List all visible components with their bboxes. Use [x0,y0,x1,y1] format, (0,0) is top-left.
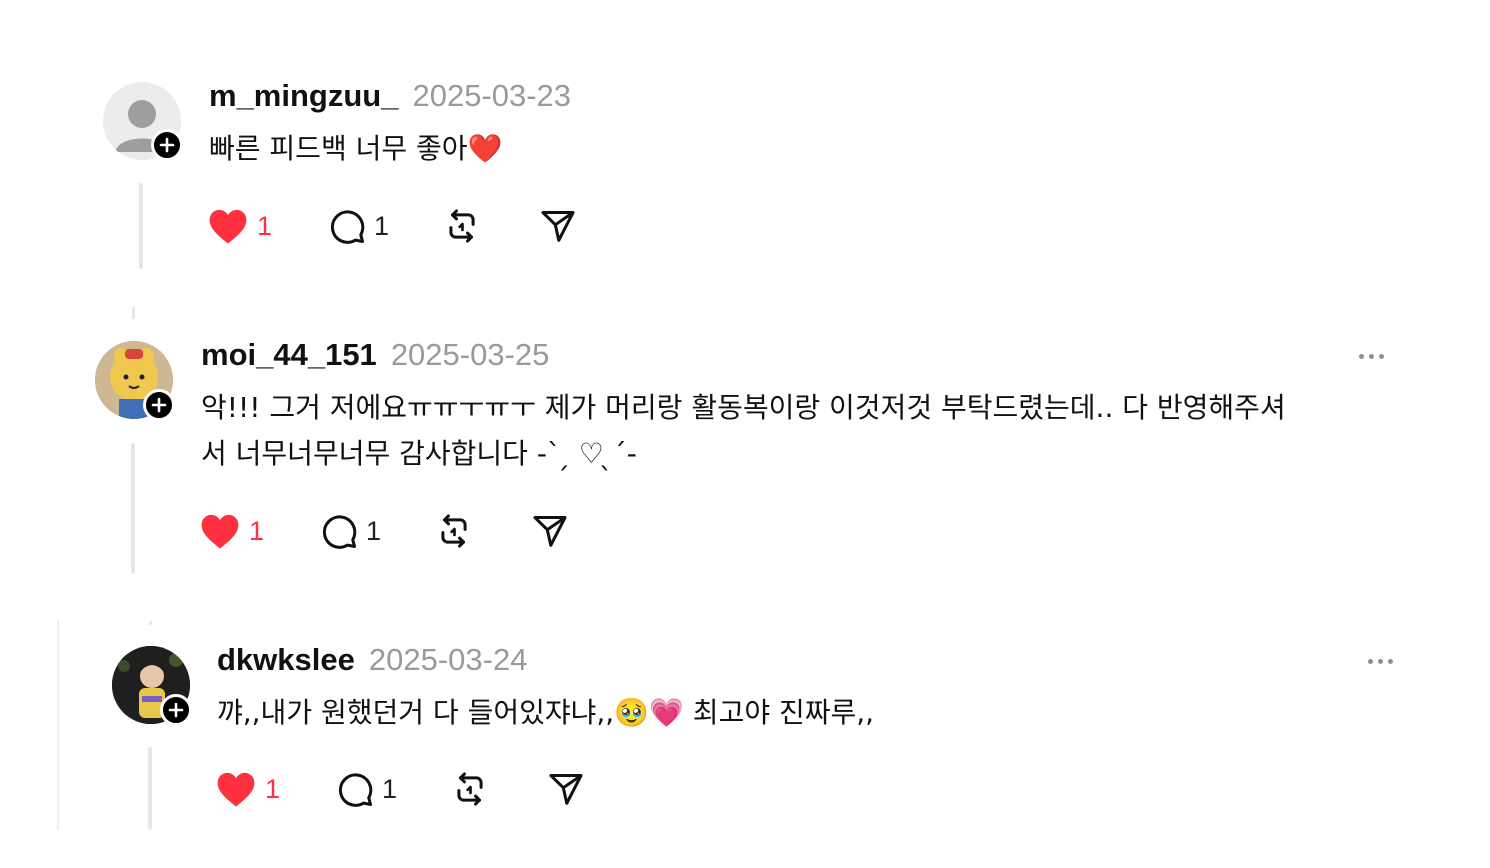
thread-line [148,747,152,830]
thread-line [131,443,135,574]
comment-icon [330,210,365,244]
comment-text: 꺄,,내가 원했던거 다 들어있쟈냐,,🥹💗 최고야 진짜루,, [217,690,874,736]
send-icon [533,516,567,547]
comment-header: m_mingzuu_ 2025-03-23 [209,78,571,114]
like-count: 1 [257,210,273,241]
username[interactable]: moi_44_151 [201,337,377,373]
send-icon [541,211,575,242]
comment-icon [338,773,373,807]
thread-left-border [57,620,59,830]
reply-count: 1 [382,773,398,804]
comment-date: 2025-03-25 [390,337,550,372]
more-button[interactable] [1368,659,1393,664]
plus-icon [168,702,184,718]
comment-text: 악!!! 그거 저에요ㅠㅠㅜㅠㅜ 제가 머리랑 활동복이랑 이것저것 부탁드렸는… [201,385,1286,477]
repost-icon [449,209,475,243]
heart-filled-icon [209,209,247,244]
share-button[interactable] [547,770,585,808]
share-button[interactable] [531,512,569,550]
follow-button[interactable] [160,694,192,726]
thread-line [149,621,152,625]
heart-filled-icon [201,514,239,549]
comment-text: 빠른 피드백 너무 좋아❤️ [209,126,502,172]
repost-icon [457,772,483,806]
comment-date: 2025-03-23 [412,78,572,113]
plus-icon [151,397,167,413]
share-button[interactable] [539,207,577,245]
heart-filled-icon [217,772,255,807]
more-button[interactable] [1359,354,1384,359]
action-bar: 1 1 [207,204,577,248]
like-button[interactable]: 1 [215,769,280,809]
action-bar: 1 1 [215,767,585,811]
action-bar: 1 1 [199,509,569,553]
like-button[interactable]: 1 [199,511,264,551]
comment-text-line: 빠른 피드백 너무 좋아❤️ [209,132,503,165]
like-count: 1 [265,773,281,804]
reply-button[interactable]: 1 [336,770,397,808]
reply-button[interactable]: 1 [320,512,381,550]
like-count: 1 [249,515,265,546]
thread-line [139,183,143,269]
comment-icon [322,515,357,549]
reply-count: 1 [366,515,382,546]
more-horizontal-icon [1368,659,1373,664]
comment-text-line: 서 너무너무너무 감사합니다 -` ̗ ♡ ̖´- [201,437,637,470]
follow-button[interactable] [151,129,183,161]
reply-button[interactable]: 1 [328,207,389,245]
more-horizontal-icon [1359,354,1364,359]
send-icon [549,774,583,805]
follow-button[interactable] [143,389,175,421]
comment-text-line: 꺄,,내가 원했던거 다 들어있쟈냐,,🥹💗 최고야 진짜루,, [217,696,875,729]
repost-button[interactable] [435,512,473,550]
comment-header: moi_44_151 2025-03-25 [201,337,549,373]
like-button[interactable]: 1 [207,206,272,246]
thread-line [132,307,135,319]
comment-text-line: 악!!! 그거 저에요ㅠㅠㅜㅠㅜ 제가 머리랑 활동복이랑 이것저것 부탁드렸는… [201,391,1286,424]
repost-button[interactable] [443,207,481,245]
comment-date: 2025-03-24 [368,642,528,677]
comment-header: dkwkslee 2025-03-24 [217,642,527,678]
reply-count: 1 [374,210,390,241]
repost-button[interactable] [451,770,489,808]
repost-icon [441,514,467,548]
username[interactable]: dkwkslee [217,642,355,678]
username[interactable]: m_mingzuu_ [209,78,398,114]
plus-icon [159,137,175,153]
